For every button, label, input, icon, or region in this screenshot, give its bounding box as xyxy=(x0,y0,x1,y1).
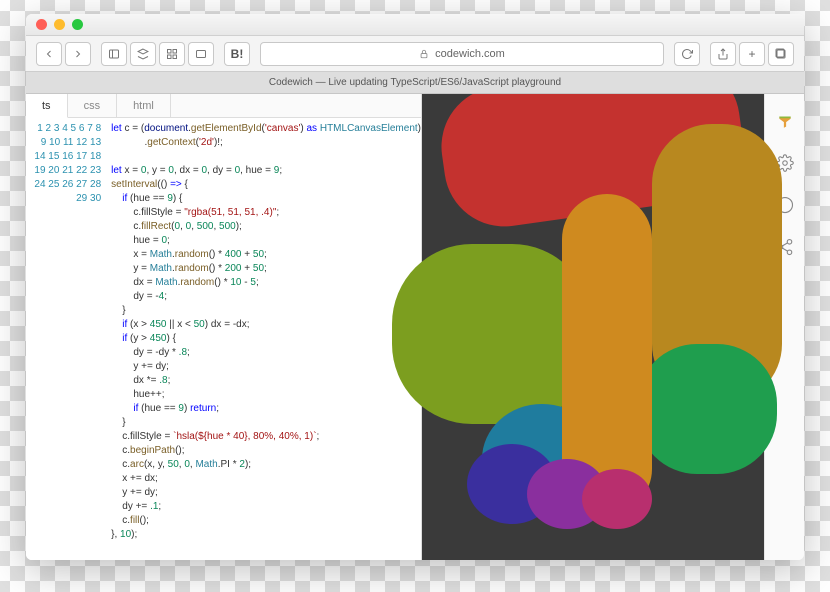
forward-button[interactable] xyxy=(65,42,91,66)
editor-pane: tscsshtml 1 2 3 4 5 6 7 8 9 10 11 12 13 … xyxy=(26,94,422,560)
editor-tab-html[interactable]: html xyxy=(117,94,171,117)
browser-window: B! codewich.com + Codewich — Live updati… xyxy=(26,14,804,560)
reload-button[interactable] xyxy=(674,42,700,66)
share-button[interactable] xyxy=(710,42,736,66)
shape-green xyxy=(637,344,777,474)
app-logo[interactable] xyxy=(774,110,796,132)
browser-toolbar: B! codewich.com + xyxy=(26,36,804,72)
bookmark-b-icon[interactable]: B! xyxy=(224,42,250,66)
minimize-window-button[interactable] xyxy=(54,19,65,30)
tab-title: Codewich — Live updating TypeScript/ES6/… xyxy=(269,77,561,88)
code-source[interactable]: let c = (document.getElementById('canvas… xyxy=(107,118,421,560)
editor-tab-css[interactable]: css xyxy=(68,94,118,117)
shape-pink xyxy=(582,469,652,529)
new-tab-button[interactable]: + xyxy=(739,42,765,66)
sidebar-icon[interactable] xyxy=(101,42,127,66)
layers-icon[interactable] xyxy=(130,42,156,66)
line-gutter: 1 2 3 4 5 6 7 8 9 10 11 12 13 14 15 16 1… xyxy=(26,118,107,560)
maximize-window-button[interactable] xyxy=(72,19,83,30)
canvas-preview xyxy=(422,94,764,560)
code-editor[interactable]: 1 2 3 4 5 6 7 8 9 10 11 12 13 14 15 16 1… xyxy=(26,118,421,560)
tabs-icon[interactable] xyxy=(188,42,214,66)
editor-tab-ts[interactable]: ts xyxy=(26,94,68,118)
address-bar[interactable]: codewich.com xyxy=(260,42,664,66)
editor-tabs: tscsshtml xyxy=(26,94,421,118)
lock-icon xyxy=(419,49,429,59)
grid-icon[interactable] xyxy=(159,42,185,66)
page-content: tscsshtml 1 2 3 4 5 6 7 8 9 10 11 12 13 … xyxy=(26,94,804,560)
close-window-button[interactable] xyxy=(36,19,47,30)
window-titlebar xyxy=(26,14,804,36)
tabs-overview-button[interactable] xyxy=(768,42,794,66)
back-button[interactable] xyxy=(36,42,62,66)
address-domain: codewich.com xyxy=(435,48,505,60)
browser-tab[interactable]: Codewich — Live updating TypeScript/ES6/… xyxy=(26,72,804,94)
